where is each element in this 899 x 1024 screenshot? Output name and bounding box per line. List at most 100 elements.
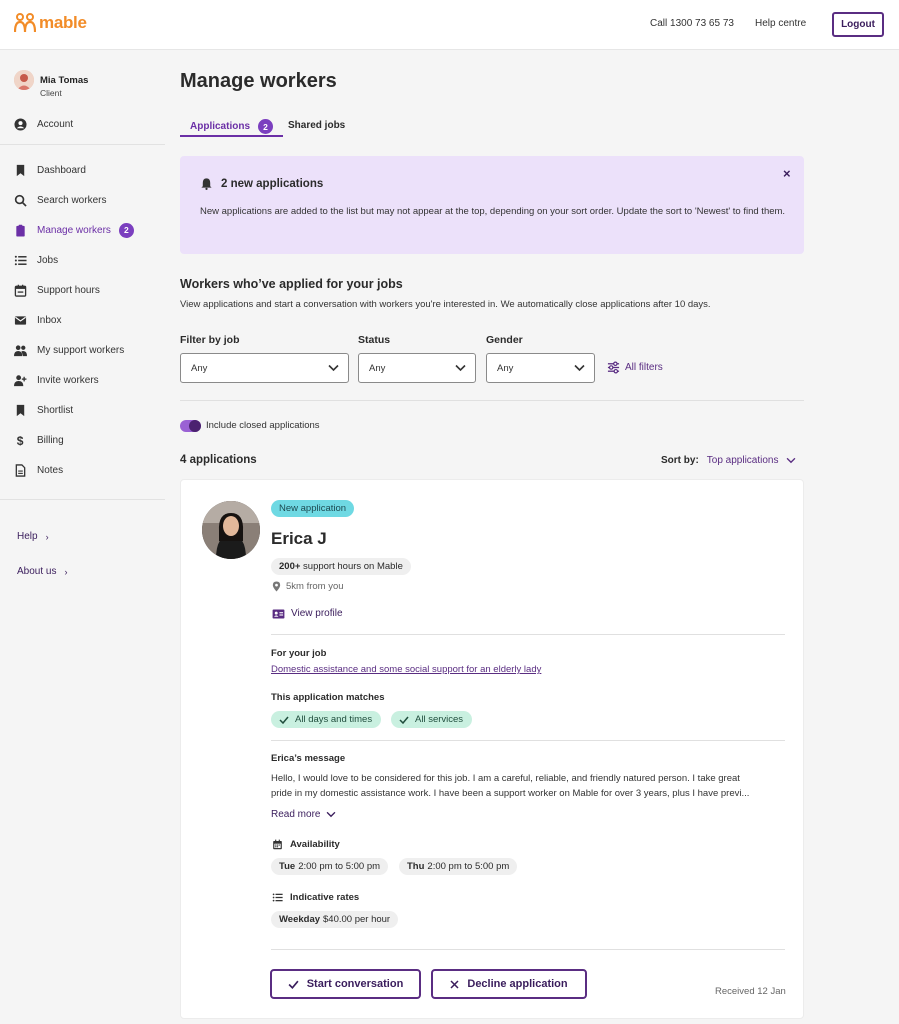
search-icon <box>14 194 27 207</box>
page-title: Manage workers <box>180 70 337 92</box>
sidebar-item-jobs[interactable]: Jobs <box>14 252 58 268</box>
job-title-link[interactable]: Domestic assistance and some social supp… <box>271 664 541 675</box>
sidebar-item-label: Support hours <box>37 284 100 296</box>
match-pill-services: All services <box>391 711 473 728</box>
start-conversation-button[interactable]: Start conversation <box>270 969 421 999</box>
user-role: Client <box>40 88 62 98</box>
sidebar-item-notes[interactable]: Notes <box>14 462 63 478</box>
filter-gender-label: Gender <box>486 334 523 346</box>
alert-text: New applications are added to the list b… <box>200 206 786 217</box>
check-icon <box>399 716 409 724</box>
sidebar-item-label: My support workers <box>37 344 125 356</box>
calendar-icon <box>14 284 27 297</box>
tab-applications[interactable]: Applications 2 <box>180 119 284 137</box>
user-profile: Mia Tomas <box>14 70 88 90</box>
hours-count: 200+ <box>279 561 301 572</box>
chevron-right-icon: › <box>64 566 68 577</box>
sort-value: Top applications <box>706 455 779 466</box>
availability-pill: Thu 2:00 pm to 5:00 pm <box>399 858 518 875</box>
chevron-down-icon <box>786 457 795 464</box>
sidebar-item-my-support-workers[interactable]: My support workers <box>14 342 124 358</box>
sidebar-item-label: Inbox <box>37 314 62 326</box>
availability-time: 2:00 pm to 5:00 pm <box>298 861 381 872</box>
match-pill-days-times: All days and times <box>271 711 382 728</box>
clipboard-icon <box>16 224 25 237</box>
sidebar-item-label: Invite workers <box>37 374 99 386</box>
include-closed-toggle[interactable] <box>180 420 201 432</box>
distance: 5km from you <box>272 581 344 592</box>
phone-link[interactable]: Call 1300 73 65 73 <box>650 18 734 29</box>
help-link-label: Help <box>17 531 38 542</box>
note-icon <box>15 463 26 477</box>
sidebar-item-shortlist[interactable]: Shortlist <box>14 402 73 418</box>
message-label: Erica’s message <box>271 753 346 764</box>
application-card: New application Erica J 200+ support hou… <box>180 479 804 1019</box>
read-more-label: Read more <box>271 809 321 820</box>
sidebar-item-billing[interactable]: $ Billing <box>14 432 64 448</box>
sidebar-item-account[interactable]: Account <box>14 116 73 132</box>
list-icon <box>272 893 283 902</box>
all-filters-button[interactable]: All filters <box>607 361 663 374</box>
sidebar-item-label: Notes <box>37 464 64 476</box>
mable-logo[interactable]: mable <box>14 13 87 33</box>
logo-text: mable <box>39 13 87 32</box>
sidebar-item-label: Jobs <box>37 254 59 266</box>
toggle-knob <box>189 420 201 432</box>
tab-shared-jobs[interactable]: Shared jobs <box>288 120 345 131</box>
help-centre-link[interactable]: Help centre <box>755 18 806 29</box>
chevron-down-icon <box>574 364 585 372</box>
message-line: Hello, I would love to be considered for… <box>271 773 740 784</box>
sidebar-item-label: Account <box>37 118 74 130</box>
sliders-icon <box>607 361 620 374</box>
tab-label: Shared jobs <box>288 120 346 131</box>
read-more-button[interactable]: Read more <box>271 809 336 820</box>
worker-avatar <box>202 501 260 559</box>
location-pin-icon <box>272 581 281 592</box>
card-divider <box>271 740 785 741</box>
sidebar-item-invite-workers[interactable]: Invite workers <box>14 372 99 388</box>
availability-day: Tue <box>279 861 296 872</box>
rate-pill: Weekday $40.00 per hour <box>271 911 399 928</box>
rate-day: Weekday <box>279 914 321 925</box>
user-name: Mia Tomas <box>40 74 89 86</box>
svg-text:$: $ <box>17 434 24 447</box>
sidebar-item-label: Dashboard <box>37 164 86 176</box>
view-profile-link[interactable]: View profile <box>272 608 343 619</box>
calendar-icon <box>273 839 282 850</box>
sidebar-item-support-hours[interactable]: Support hours <box>14 282 100 298</box>
received-date: Received 12 Jan <box>715 986 786 997</box>
new-application-badge: New application <box>271 500 355 517</box>
worker-name: Erica J <box>271 529 327 548</box>
about-us-link[interactable]: About us › <box>17 566 67 577</box>
sidebar-item-label: Billing <box>37 434 64 446</box>
filter-status-select[interactable]: Any <box>358 353 476 383</box>
bell-icon <box>201 178 212 190</box>
close-icon <box>450 979 459 989</box>
select-value: Any <box>369 362 386 374</box>
section-title: Workers who’ve applied for your jobs <box>180 277 403 291</box>
view-profile-label: View profile <box>291 608 343 619</box>
close-icon[interactable]: × <box>783 166 791 181</box>
list-icon <box>14 255 27 265</box>
for-your-job-label: For your job <box>271 648 327 659</box>
sidebar-item-manage-workers[interactable]: Manage workers 2 <box>14 222 134 238</box>
sort-by-control[interactable]: Sort by: Top applications <box>661 455 796 466</box>
rates-heading: Indicative rates <box>272 892 359 903</box>
sidebar-item-dashboard[interactable]: Dashboard <box>14 162 86 178</box>
manage-workers-badge: 2 <box>118 222 134 238</box>
filter-gender-select[interactable]: Any <box>486 353 595 383</box>
select-value: Any <box>497 362 514 374</box>
chevron-down-icon <box>327 811 336 818</box>
filter-job-select[interactable]: Any <box>180 353 349 383</box>
sidebar-item-search-workers[interactable]: Search workers <box>14 192 106 208</box>
distance-text: 5km from you <box>286 581 344 592</box>
bookmark-icon <box>16 164 25 176</box>
top-bar: mable Call 1300 73 65 73 Help centre Log… <box>0 0 899 50</box>
sidebar-item-inbox[interactable]: Inbox <box>14 312 61 328</box>
help-link[interactable]: Help › <box>17 531 49 542</box>
sidebar-item-label: Search workers <box>37 194 107 206</box>
logout-button[interactable]: Logout <box>832 12 884 37</box>
user-avatar <box>14 70 34 90</box>
alert-title-text: 2 new applications <box>221 177 324 190</box>
decline-application-button[interactable]: Decline application <box>431 969 587 999</box>
